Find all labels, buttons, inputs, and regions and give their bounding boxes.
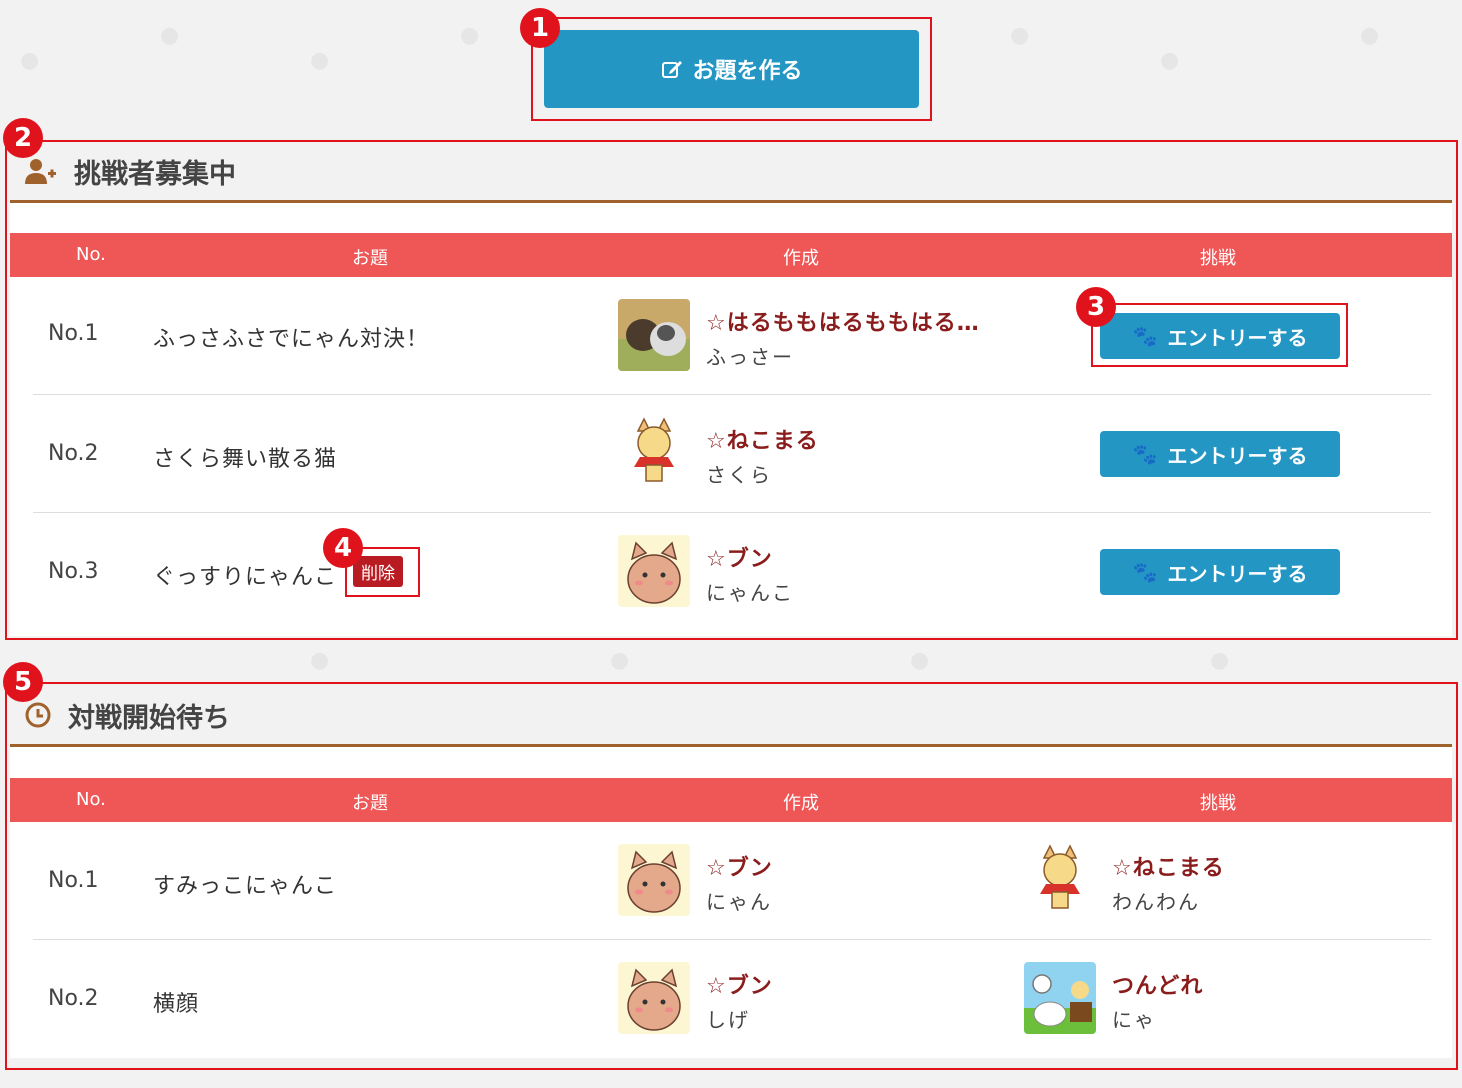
- column-challenge: 挑戦: [1200, 793, 1236, 814]
- creator-name[interactable]: ☆ブン: [706, 850, 773, 882]
- avatar[interactable]: [618, 844, 690, 916]
- section-title: 対戦開始待ち: [68, 702, 230, 734]
- clock-icon: [25, 702, 51, 728]
- challenger-name[interactable]: つんどれ: [1112, 968, 1203, 1000]
- creator-subtitle: しげ: [706, 1008, 750, 1032]
- table-row: No.2 さくら舞い散る猫 ☆ねこまる さくら 🐾 エントリーする: [10, 395, 1452, 513]
- column-no: No.: [76, 789, 106, 810]
- section-header: 対戦開始待ち: [10, 686, 1452, 747]
- paw-icon: ●: [160, 23, 180, 48]
- paw-icon: ●: [1160, 48, 1180, 73]
- creator-subtitle: ふっさー: [706, 345, 794, 369]
- cat-wave-avatar: [618, 844, 690, 916]
- callout-marker: 4: [323, 528, 363, 568]
- paw-icon: ●: [460, 23, 480, 48]
- row-topic: ぐっすりにゃんこ: [153, 565, 338, 590]
- section-title: 挑戦者募集中: [74, 158, 236, 190]
- avatar[interactable]: [1024, 962, 1096, 1034]
- row-number: No.2: [48, 441, 99, 466]
- column-creator: 作成: [783, 248, 819, 269]
- create-topic-label: お題を作る: [692, 59, 803, 84]
- table-header: No. お題 作成 挑戦: [10, 778, 1452, 822]
- avatar[interactable]: [618, 417, 690, 489]
- row-number: No.3: [48, 559, 99, 584]
- column-topic: お題: [352, 248, 388, 269]
- entry-button[interactable]: 🐾 エントリーする: [1100, 431, 1340, 477]
- avatar[interactable]: [1024, 844, 1096, 916]
- row-topic: 横顔: [153, 992, 200, 1017]
- paw-icon: ●: [310, 48, 330, 73]
- row-topic: ふっさふさでにゃん対決！: [153, 327, 430, 352]
- creator-subtitle: さくら: [706, 463, 772, 487]
- row-number: No.2: [48, 986, 99, 1011]
- creator-subtitle: にゃんこ: [706, 581, 794, 605]
- avatar[interactable]: [618, 962, 690, 1034]
- paw-icon: ●: [310, 648, 330, 673]
- creator-name[interactable]: ☆ブン: [706, 541, 773, 573]
- avatar[interactable]: [618, 535, 690, 607]
- recruiting-section: 挑戦者募集中 No. お題 作成 挑戦 No.1 ふっさふさでにゃん対決！ ☆は…: [10, 142, 1452, 636]
- paw-icon: ●: [1210, 648, 1230, 673]
- table-row: No.3 ぐっすりにゃんこ 削除 ☆ブン にゃんこ 🐾 エントリーする: [10, 513, 1452, 631]
- cat-wave-avatar: [618, 535, 690, 607]
- cat-cape-avatar: [1024, 844, 1096, 916]
- user-plus-icon: [25, 159, 56, 184]
- entry-button[interactable]: 🐾 エントリーする: [1100, 549, 1340, 595]
- section-header: 挑戦者募集中: [10, 142, 1452, 203]
- row-number: No.1: [48, 321, 99, 346]
- paw-icon: ●: [1010, 23, 1030, 48]
- creator-name[interactable]: ☆ブン: [706, 968, 773, 1000]
- challenger-name[interactable]: ☆ねこまる: [1112, 850, 1225, 882]
- avatar[interactable]: [618, 299, 690, 371]
- creator-name[interactable]: ☆ねこまる: [706, 423, 819, 455]
- table-row: No.2 横顔 ☆ブン しげ つんどれ にゃ: [10, 940, 1452, 1058]
- callout-marker: 2: [3, 118, 43, 158]
- table-row: No.1 すみっこにゃんこ ☆ブン にゃん ☆ねこまる わんわん: [10, 822, 1452, 940]
- table-header: No. お題 作成 挑戦: [10, 233, 1452, 277]
- paw-icon: ●: [20, 48, 40, 73]
- callout-marker: 5: [3, 662, 43, 702]
- row-number: No.1: [48, 868, 99, 893]
- column-challenge: 挑戦: [1200, 248, 1236, 269]
- entry-button-label: エントリーする: [1167, 443, 1308, 468]
- column-creator: 作成: [783, 793, 819, 814]
- paw-icon: 🐾: [1132, 560, 1158, 584]
- callout-marker: 1: [520, 8, 560, 48]
- row-topic: すみっこにゃんこ: [153, 874, 338, 899]
- paw-icon: ●: [910, 648, 930, 673]
- paw-icon: ●: [610, 648, 630, 673]
- paw-icon: 🐾: [1132, 442, 1158, 466]
- callout-marker: 3: [1076, 287, 1116, 327]
- column-topic: お題: [352, 793, 388, 814]
- entry-button-label: エントリーする: [1167, 561, 1308, 586]
- row-topic: さくら舞い散る猫: [153, 447, 338, 472]
- column-no: No.: [76, 244, 106, 265]
- highlight-box: [1091, 303, 1348, 367]
- challenger-subtitle: わんわん: [1112, 890, 1200, 914]
- photo-cats-avatar: [618, 299, 690, 371]
- creator-subtitle: にゃん: [706, 890, 772, 914]
- create-topic-button[interactable]: お題を作る: [544, 30, 919, 108]
- waiting-section: 対戦開始待ち No. お題 作成 挑戦 No.1 すみっこにゃんこ ☆ブン にゃ…: [10, 686, 1452, 1058]
- challenger-subtitle: にゃ: [1112, 1008, 1156, 1032]
- edit-icon: [662, 61, 683, 78]
- cat-cape-avatar: [618, 417, 690, 489]
- cat-wave-avatar: [618, 962, 690, 1034]
- creator-name[interactable]: ☆はるももはるももはる…: [706, 305, 980, 337]
- paw-icon: ●: [1360, 23, 1380, 48]
- game-scene-avatar: [1024, 962, 1096, 1034]
